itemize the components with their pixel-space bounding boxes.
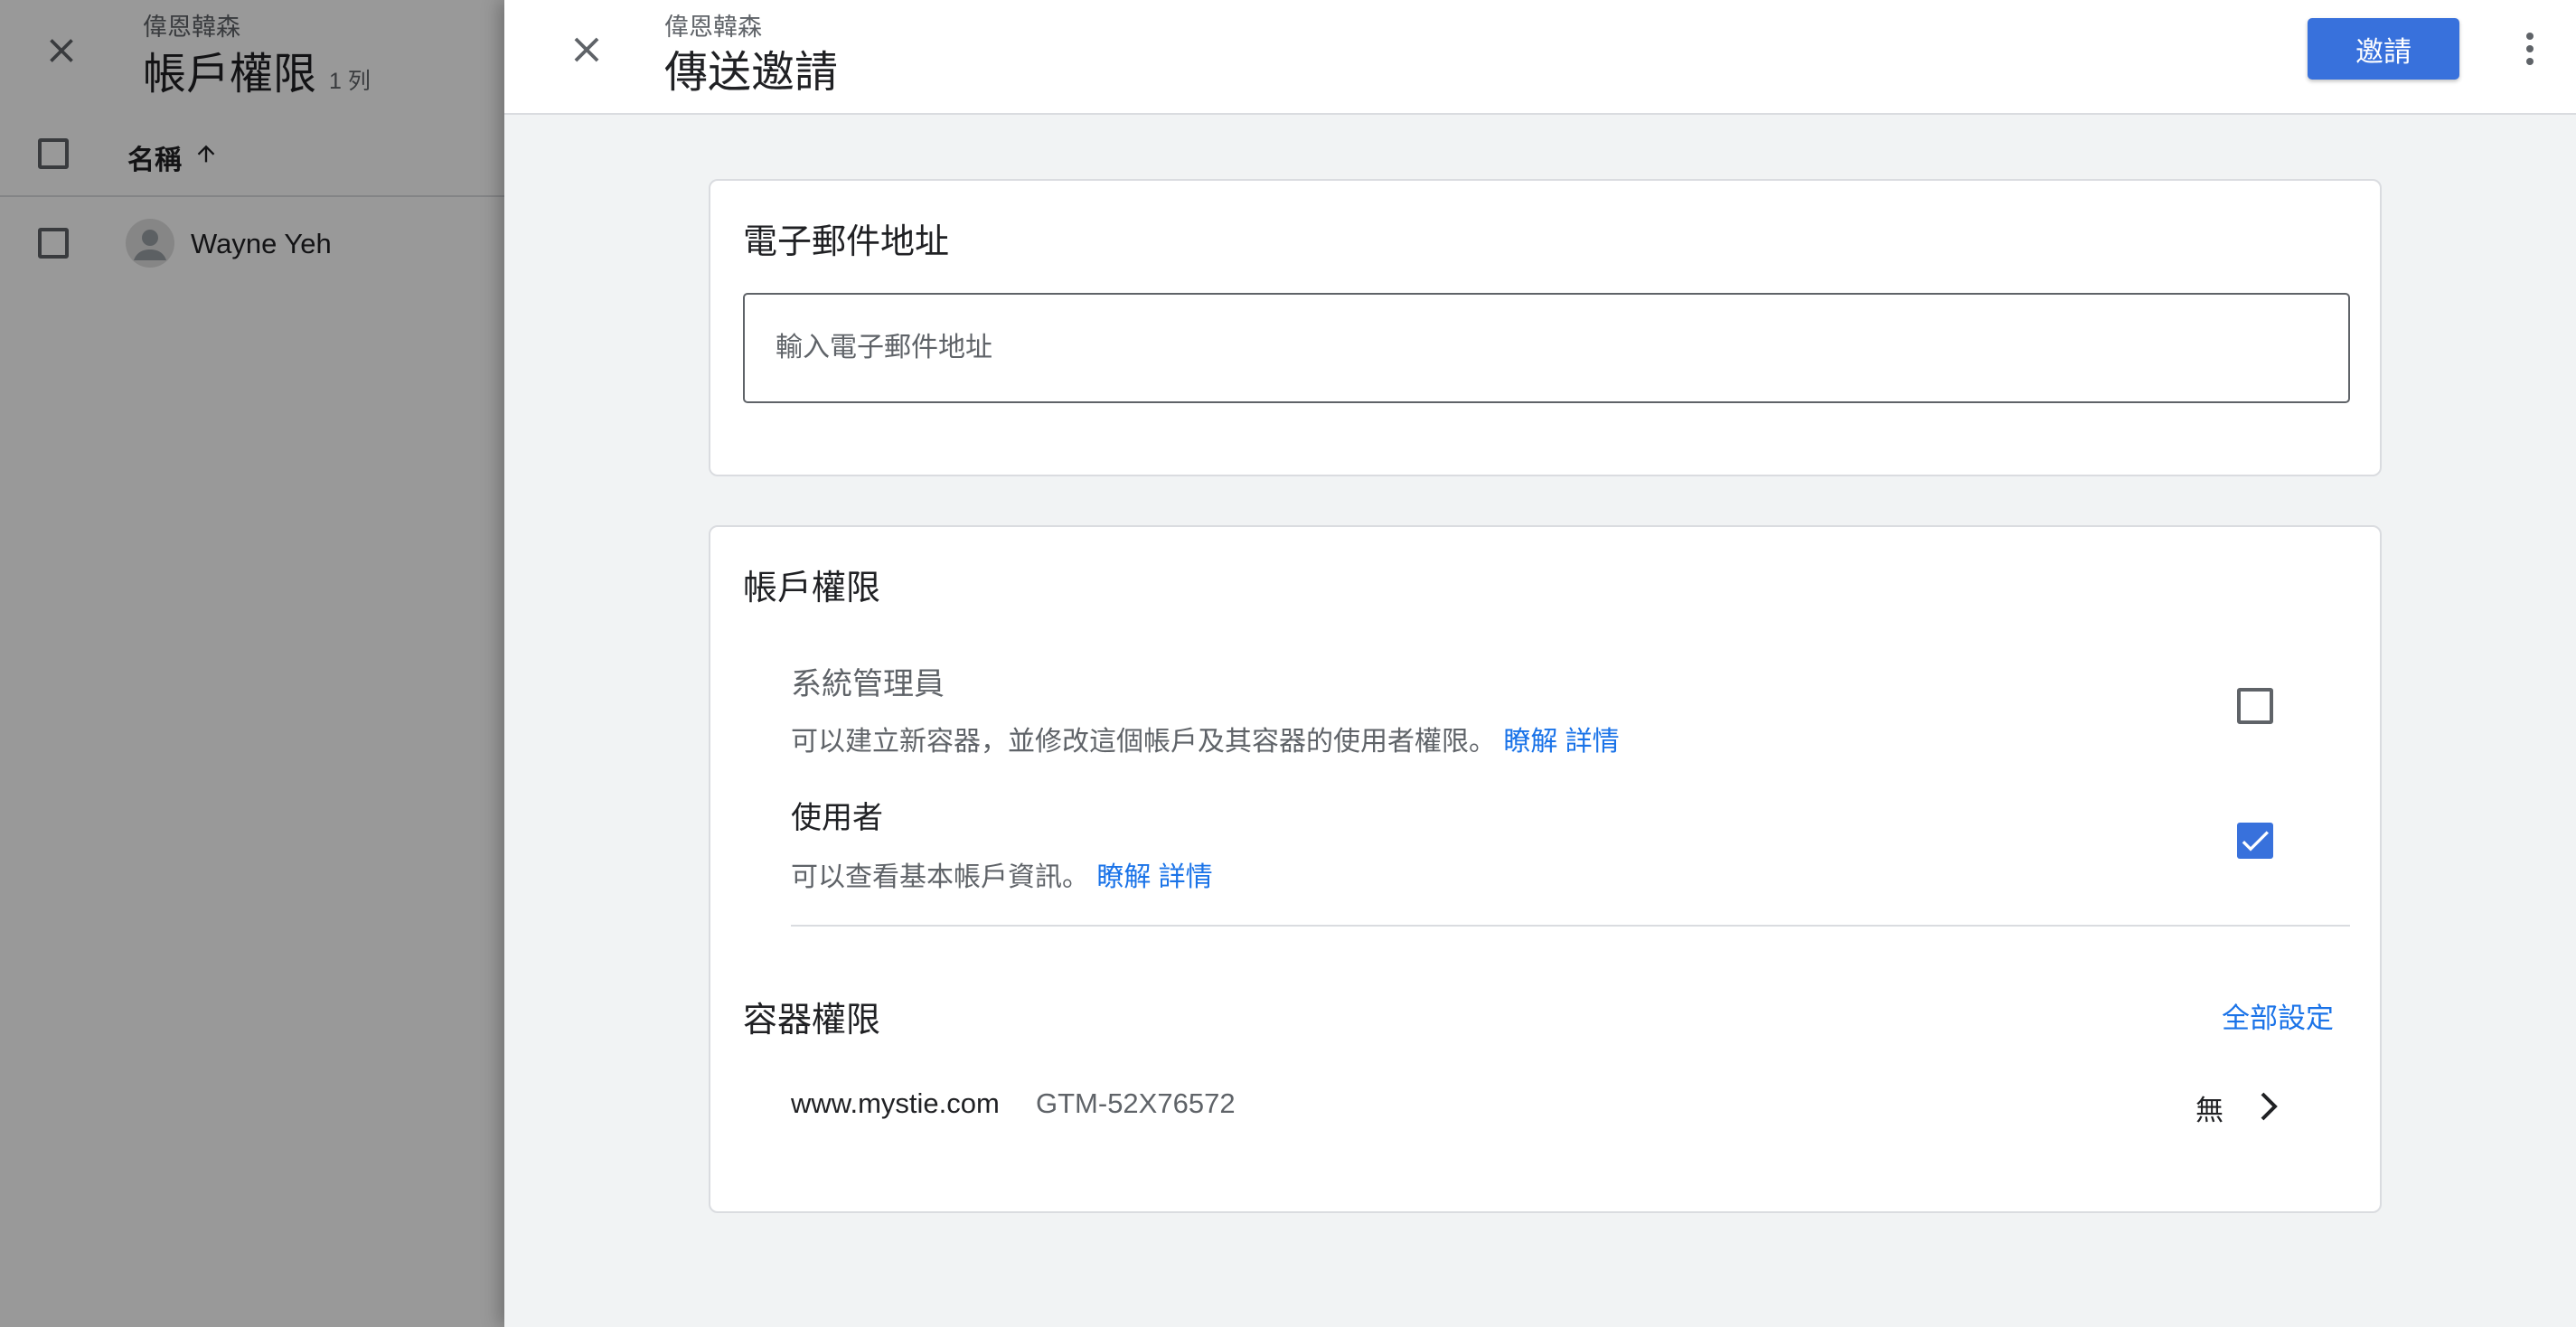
container-id: GTM-52X76572 [1036,1087,1236,1119]
admin-checkbox[interactable] [2237,688,2273,724]
container-row[interactable]: www.mystie.com GTM-52X76572 無 [710,1069,2380,1143]
close-icon[interactable] [566,29,607,71]
chevron-right-icon[interactable] [2260,1091,2280,1122]
divider [791,925,2350,927]
container-domain: www.mystie.com [791,1087,1000,1119]
more-vert-icon[interactable] [2520,31,2540,67]
panel-title: 傳送邀請 [664,49,839,97]
permissions-card: 帳戶權限 系統管理員 可以建立新容器，並修改這個帳戶及其容器的使用者權限。 瞭解… [709,525,2382,1213]
role-desc-admin: 可以建立新容器，並修改這個帳戶及其容器的使用者權限。 瞭解 詳情 [791,719,1620,758]
panel-header: 偉恩韓森 傳送邀請 邀請 [504,0,2576,115]
check-icon [2242,831,2269,852]
role-desc-user-text: 可以查看基本帳戶資訊。 [791,862,1089,892]
invite-panel: 偉恩韓森 傳送邀請 邀請 電子郵件地址 帳戶權限 系統管理員 可以建立新容器，並… [504,0,2576,1327]
email-field[interactable] [743,293,2350,403]
learn-more-link[interactable]: 瞭解 詳情 [1096,862,1212,892]
email-section-title: 電子郵件地址 [743,223,950,261]
container-permissions-title: 容器權限 [743,1002,881,1040]
role-name-admin: 系統管理員 [791,667,945,701]
container-permission-value: 無 [2195,1095,2223,1126]
invite-button[interactable]: 邀請 [2308,18,2459,80]
learn-more-link[interactable]: 瞭解 詳情 [1503,727,1619,757]
set-all-button[interactable]: 全部設定 [2222,995,2334,1036]
role-desc-user: 可以查看基本帳戶資訊。 瞭解 詳情 [791,854,1213,894]
role-name-user: 使用者 [791,801,883,835]
account-permissions-title: 帳戶權限 [743,569,881,607]
email-card: 電子郵件地址 [709,179,2382,476]
user-checkbox[interactable] [2237,823,2273,859]
role-desc-admin-text: 可以建立新容器，並修改這個帳戶及其容器的使用者權限。 [791,727,1496,757]
